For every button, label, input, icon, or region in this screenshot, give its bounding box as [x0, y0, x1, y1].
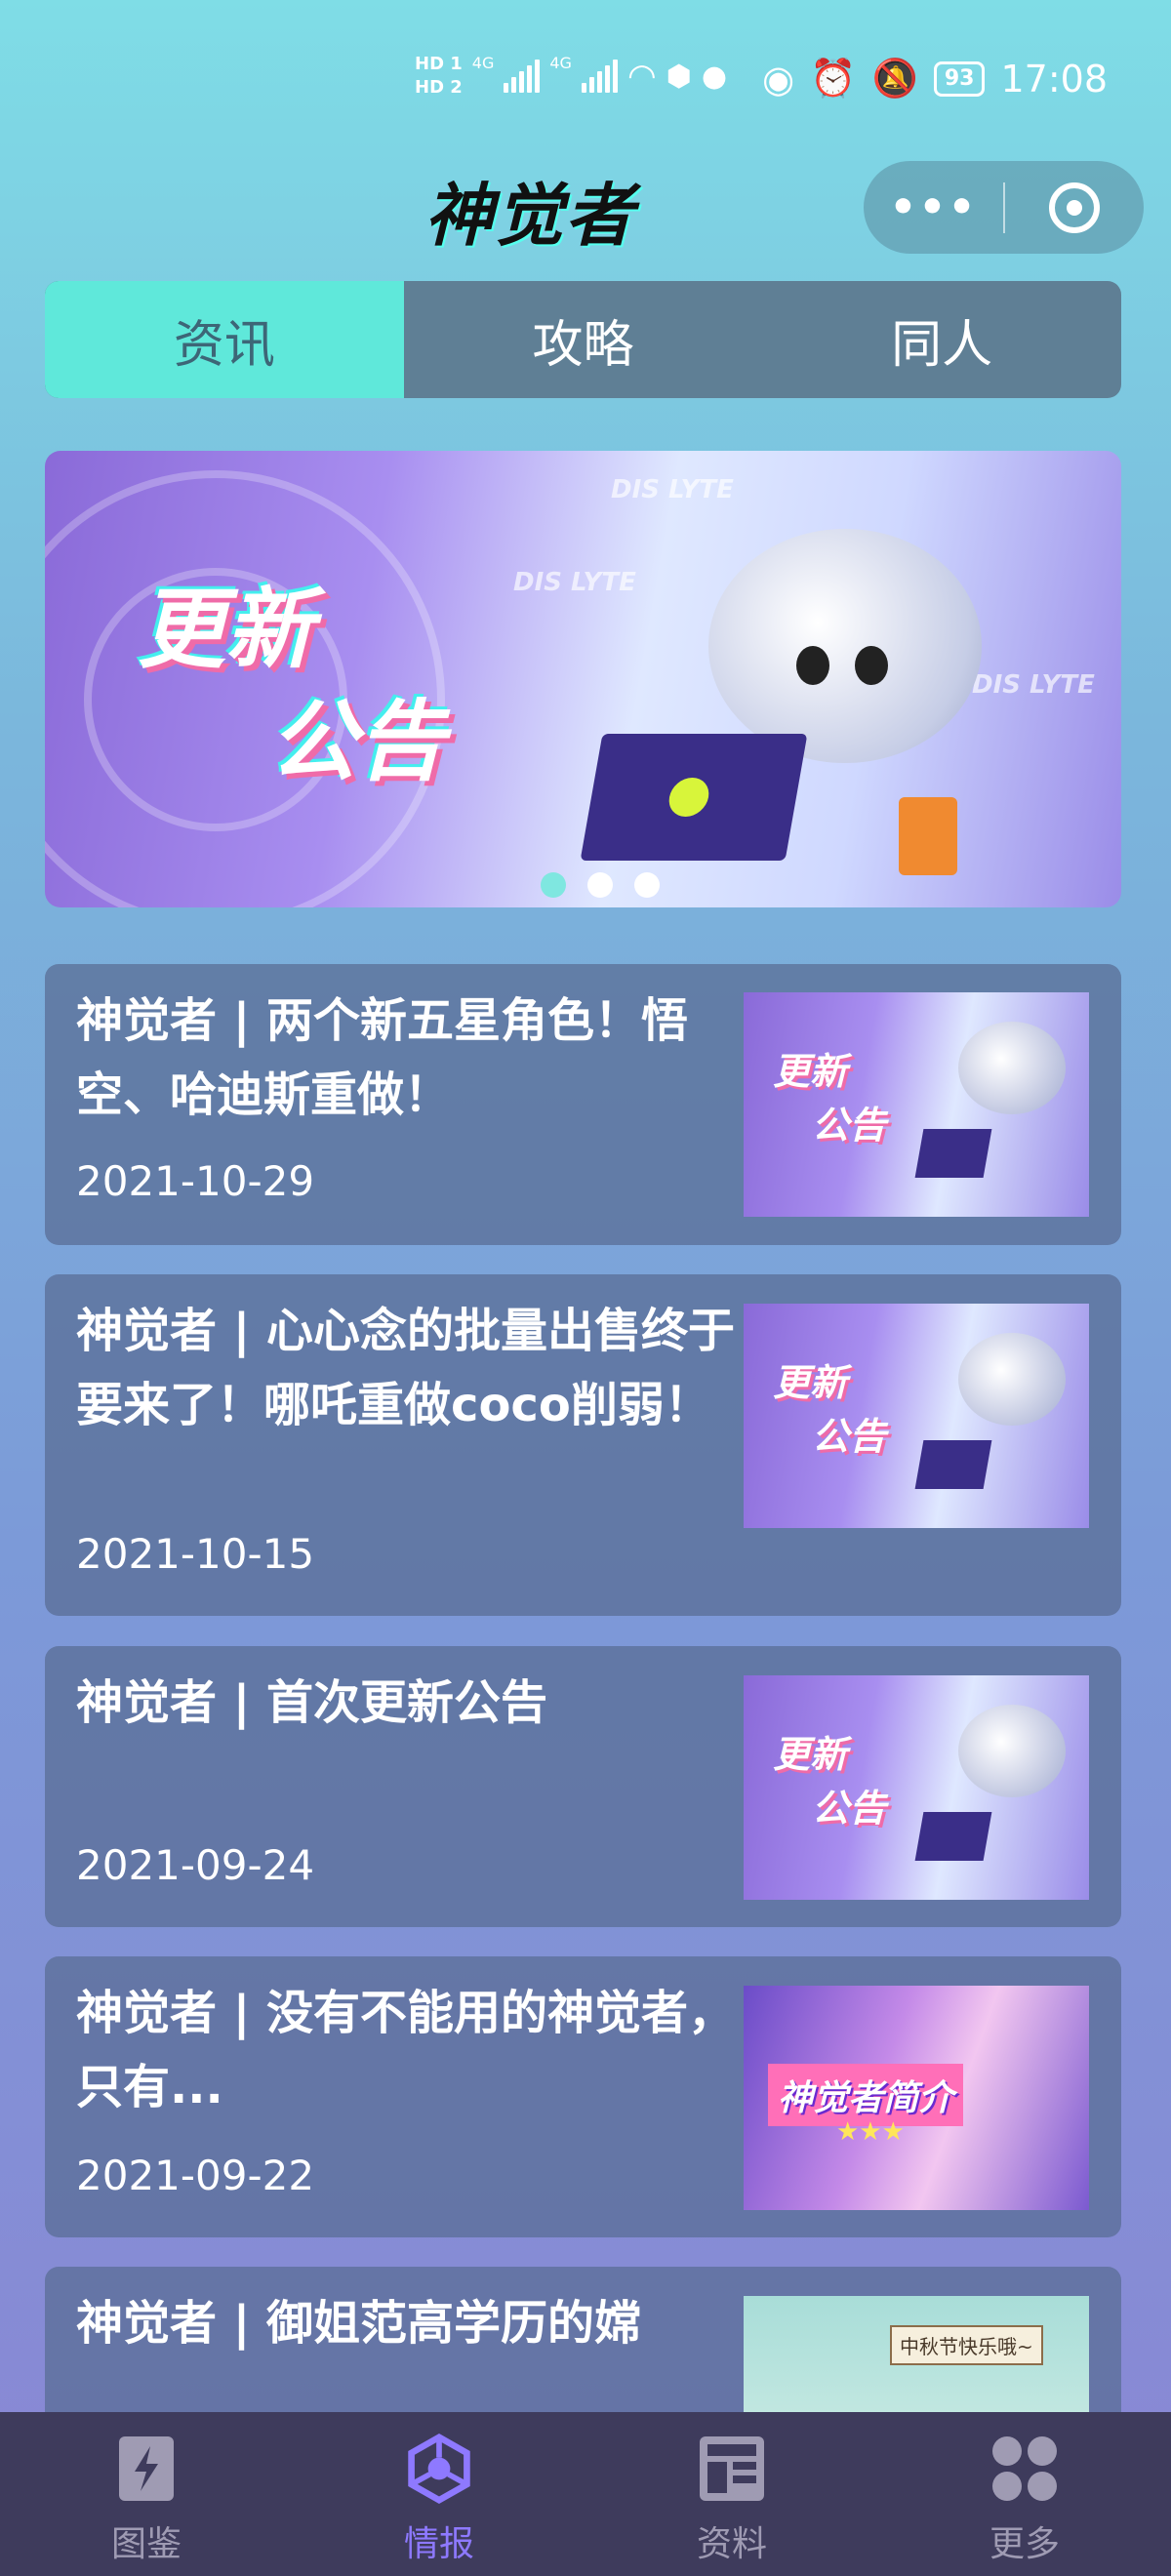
bottom-navigation: 图鉴 情报 资料 更多 — [0, 2412, 1171, 2576]
thumb-robot — [958, 1333, 1066, 1426]
news-item[interactable]: 神觉者 | 首次更新公告 2021-09-24 更新 公告 — [45, 1646, 1121, 1927]
news-item[interactable]: 神觉者 | 心心念的批量出售终于要来了！哪吒重做coco削弱！ 2021-10-… — [45, 1274, 1121, 1616]
grid-document-icon — [697, 2434, 767, 2504]
nav-label: 更多 — [989, 2524, 1060, 2564]
nav-item-more[interactable]: 更多 — [878, 2412, 1171, 2576]
thumb-laptop — [914, 1129, 992, 1178]
hd-indicators: HD 1 HD 2 — [415, 54, 463, 99]
close-target-button[interactable] — [1005, 181, 1144, 233]
news-title: 神觉者 | 御姐范高学历的嫦 — [76, 2296, 641, 2351]
thumb-stars: ★★★ — [836, 2117, 905, 2147]
bell-mute-icon: 🔕 — [871, 57, 918, 100]
tab-news[interactable]: 资讯 — [45, 281, 404, 398]
thumb-title-2: 公告 — [812, 1787, 887, 1830]
pager-dot[interactable] — [587, 872, 613, 898]
banner-title-line1: 更新 — [138, 579, 313, 681]
net2-label: 4G — [549, 54, 572, 72]
status-bar: HD 1 HD 2 4G 4G ◠ ⬢ ● ◉ ⏰ 🔕 93 17:08 — [0, 0, 1171, 146]
tab-guides[interactable]: 攻略 — [404, 281, 763, 398]
news-thumbnail: 更新 公告 — [744, 992, 1089, 1217]
tab-fanart[interactable]: 同人 — [762, 281, 1121, 398]
news-title: 神觉者 | 两个新五星角色！悟空、哈迪斯重做！ — [76, 993, 688, 1122]
thumb-title-1: 更新 — [773, 1733, 848, 1776]
chat-icon: ● — [701, 59, 728, 94]
miniprogram-capsule: ••• — [864, 161, 1144, 254]
robot-eye — [855, 646, 888, 685]
banner-watermark: DIS LYTE — [513, 568, 636, 597]
laptop-image — [580, 734, 808, 861]
carousel-pager — [541, 872, 660, 898]
alarm-icon: ⏰ — [810, 57, 857, 100]
nav-label: 图鉴 — [110, 2524, 182, 2564]
thumb-robot — [958, 1705, 1066, 1797]
news-thumbnail: 更新 公告 — [744, 1304, 1089, 1528]
app-logo: 神觉者 — [424, 176, 635, 256]
four-dots-icon — [989, 2434, 1060, 2504]
nav-item-codex[interactable]: 图鉴 — [0, 2412, 293, 2576]
clock-time: 17:08 — [1000, 57, 1108, 101]
signal-icon — [504, 60, 541, 93]
news-title: 神觉者 | 心心念的批量出售终于要来了！哪吒重做coco削弱！ — [76, 1304, 735, 1432]
status-left: HD 1 HD 2 4G 4G ◠ ⬢ ● — [415, 54, 727, 99]
target-icon — [1049, 181, 1100, 233]
banner-title-line2: 公告 — [269, 691, 445, 793]
thumb-sign: 中秋节快乐哦~ — [890, 2325, 1043, 2365]
status-right: ◉ ⏰ 🔕 93 17:08 — [762, 57, 1108, 101]
battery-icon: 93 — [933, 60, 986, 97]
banner-watermark: DIS LYTE — [972, 670, 1095, 700]
cup-image — [899, 797, 957, 875]
thumb-title-2: 公告 — [812, 1104, 887, 1147]
news-thumbnail: 神觉者简介 ★★★ — [744, 1986, 1089, 2210]
banner-carousel[interactable]: DIS LYTE DIS LYTE DIS LYTE 更新 公告 — [45, 451, 1121, 907]
hd2-label: HD 2 — [415, 77, 463, 98]
hd1-label: HD 1 — [415, 54, 463, 74]
thumb-laptop — [914, 1812, 992, 1861]
news-title: 神觉者 | 没有不能用的神觉者，只有... — [76, 1986, 735, 2114]
pager-dot[interactable] — [634, 872, 660, 898]
thumb-laptop — [914, 1440, 992, 1489]
nav-item-intel[interactable]: 情报 — [293, 2412, 586, 2576]
news-item[interactable]: 神觉者 | 没有不能用的神觉者，只有... 2021-09-22 神觉者简介 ★… — [45, 1956, 1121, 2237]
hexagon-network-icon — [404, 2433, 474, 2505]
wifi-icon: ◠ — [626, 57, 657, 96]
news-item[interactable]: 神觉者 | 两个新五星角色！悟空、哈迪斯重做！ 2021-10-29 更新 公告 — [45, 964, 1121, 1245]
thumb-title-1: 更新 — [773, 1361, 848, 1404]
thumb-robot — [958, 1022, 1066, 1114]
nav-item-data[interactable]: 资料 — [586, 2412, 878, 2576]
category-tabs: 资讯 攻略 同人 — [45, 281, 1121, 398]
news-title: 神觉者 | 首次更新公告 — [76, 1675, 547, 1730]
net1-label: 4G — [471, 54, 495, 72]
banner-watermark: DIS LYTE — [611, 475, 734, 504]
nav-label: 情报 — [403, 2524, 474, 2564]
book-lightning-icon — [111, 2434, 182, 2504]
thumb-title-2: 公告 — [812, 1415, 887, 1458]
news-date: 2021-09-24 — [76, 1841, 315, 1889]
news-date: 2021-09-22 — [76, 2152, 315, 2199]
news-thumbnail: 更新 公告 — [744, 1675, 1089, 1900]
news-date: 2021-10-29 — [76, 1157, 315, 1205]
shield-icon: ⬢ — [666, 59, 692, 94]
thumb-title-1: 更新 — [773, 1050, 848, 1093]
robot-eye — [796, 646, 829, 685]
more-dots-button[interactable]: ••• — [864, 182, 1003, 232]
nav-label: 资料 — [696, 2524, 767, 2564]
pager-dot-active[interactable] — [541, 872, 566, 898]
signal2-icon — [581, 60, 618, 93]
eye-icon: ◉ — [762, 57, 795, 101]
news-date: 2021-10-15 — [76, 1530, 315, 1578]
robot-mascot-image — [708, 529, 982, 763]
